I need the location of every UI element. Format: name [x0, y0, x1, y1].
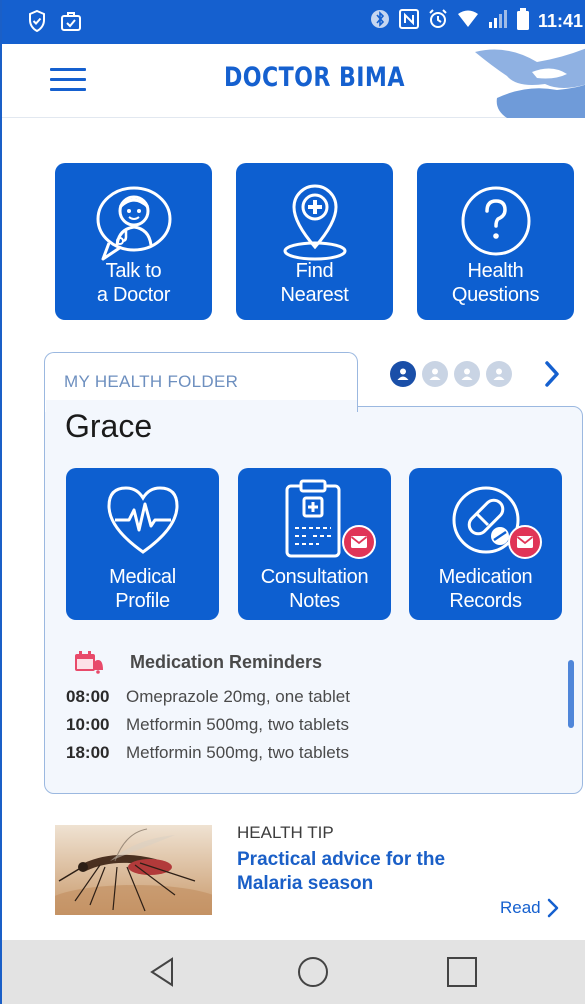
consultation-notes-badge: [342, 525, 376, 559]
medication-reminders-title: Medication Reminders: [130, 651, 323, 672]
system-navigation-bar: [2, 940, 585, 1004]
consultation-notes-label-1: Consultation: [260, 566, 369, 588]
heart-pulse-icon: [106, 486, 179, 554]
envelope-icon: [516, 536, 534, 548]
talk-to-doctor-label-1: Talk to: [105, 260, 162, 282]
read-link[interactable]: Read: [500, 898, 559, 918]
question-circle-icon: [461, 186, 530, 256]
chevron-right-icon: [547, 898, 558, 918]
back-triangle-icon: [150, 957, 173, 987]
talk-to-doctor-button[interactable]: Talk to a Doctor: [55, 163, 212, 320]
alarm-icon: [428, 9, 448, 34]
health-questions-label-2: Questions: [451, 284, 540, 306]
find-nearest-label-1: Find: [295, 260, 334, 282]
reminder-text: Metformin 500mg, two tablets: [126, 715, 349, 734]
nfc-icon: [398, 9, 419, 34]
health-folder-title: MY HEALTH FOLDER: [64, 372, 239, 391]
envelope-icon: [350, 536, 368, 548]
reminder-item[interactable]: 18:00 Metformin 500mg, two tablets: [66, 739, 350, 767]
person-icon: [461, 368, 473, 380]
find-nearest-button[interactable]: Find Nearest: [236, 163, 393, 320]
doctor-chat-icon: [96, 186, 171, 261]
health-tip-kicker: HEALTH TIP: [237, 823, 334, 842]
medication-records-badge: [508, 525, 542, 559]
medication-records-label-1: Medication: [438, 566, 533, 588]
hands-logo: [475, 48, 585, 118]
health-tip-title[interactable]: Practical advice for the Malaria season: [237, 848, 467, 896]
recents-square-icon: [447, 957, 477, 987]
person-name: Grace: [65, 408, 153, 444]
talk-to-doctor-label-2: a Doctor: [96, 284, 171, 306]
bluetooth-icon: [370, 9, 390, 34]
clock: 11:41: [537, 11, 583, 31]
medical-profile-label-1: Medical: [109, 566, 176, 588]
reminder-text: Metformin 500mg, two tablets: [126, 743, 349, 762]
battery-icon: [516, 8, 529, 35]
reminder-item[interactable]: 10:00 Metformin 500mg, two tablets: [66, 711, 350, 739]
chevron-right-icon[interactable]: [542, 360, 562, 388]
reminder-item[interactable]: 08:00 Omeprazole 20mg, one tablet: [66, 683, 350, 711]
consultation-notes-button[interactable]: Consultation Notes: [238, 468, 391, 620]
status-bar: 11:41: [2, 0, 585, 44]
mosquito-photo[interactable]: [55, 825, 212, 915]
app-header: DOCTOR BIMA: [2, 44, 585, 118]
reminder-time: 10:00: [66, 715, 110, 734]
calendar-bell-icon: [75, 651, 103, 674]
home-circle-icon: [298, 957, 328, 987]
reminders-scrollbar[interactable]: [568, 660, 574, 728]
app-frame: 11:41 DOCTOR BIMA Talk to a Doctor Find …: [0, 0, 585, 1004]
location-pin-cross-icon: [283, 184, 346, 261]
briefcase-check-icon: [60, 10, 82, 37]
profile-avatar-1[interactable]: [390, 361, 416, 387]
medical-profile-button[interactable]: Medical Profile: [66, 468, 219, 620]
signal-icon: [488, 10, 508, 33]
back-button[interactable]: [142, 954, 182, 990]
shield-check-icon: [28, 9, 46, 37]
reminder-time: 18:00: [66, 743, 110, 762]
medication-reminders-header: Medication Reminders: [74, 650, 322, 674]
profile-avatar-2[interactable]: [422, 361, 448, 387]
health-questions-button[interactable]: Health Questions: [417, 163, 574, 320]
medical-profile-label-2: Profile: [115, 590, 170, 612]
find-nearest-label-2: Nearest: [280, 284, 349, 306]
wifi-icon: [457, 10, 479, 33]
person-icon: [397, 368, 409, 380]
recents-button[interactable]: [442, 954, 482, 990]
person-icon: [429, 368, 441, 380]
profile-selector: [390, 361, 512, 387]
profile-avatar-3[interactable]: [454, 361, 480, 387]
consultation-notes-label-2: Notes: [289, 590, 340, 612]
reminder-text: Omeprazole 20mg, one tablet: [126, 687, 350, 706]
medication-records-button[interactable]: Medication Records: [409, 468, 562, 620]
health-questions-label-1: Health: [467, 260, 524, 282]
home-button[interactable]: [293, 954, 333, 990]
profile-avatar-4[interactable]: [486, 361, 512, 387]
read-label: Read: [500, 898, 541, 917]
reminder-list: 08:00 Omeprazole 20mg, one tablet 10:00 …: [66, 683, 350, 767]
medication-records-label-2: Records: [449, 590, 522, 612]
person-icon: [493, 368, 505, 380]
reminder-time: 08:00: [66, 687, 110, 706]
